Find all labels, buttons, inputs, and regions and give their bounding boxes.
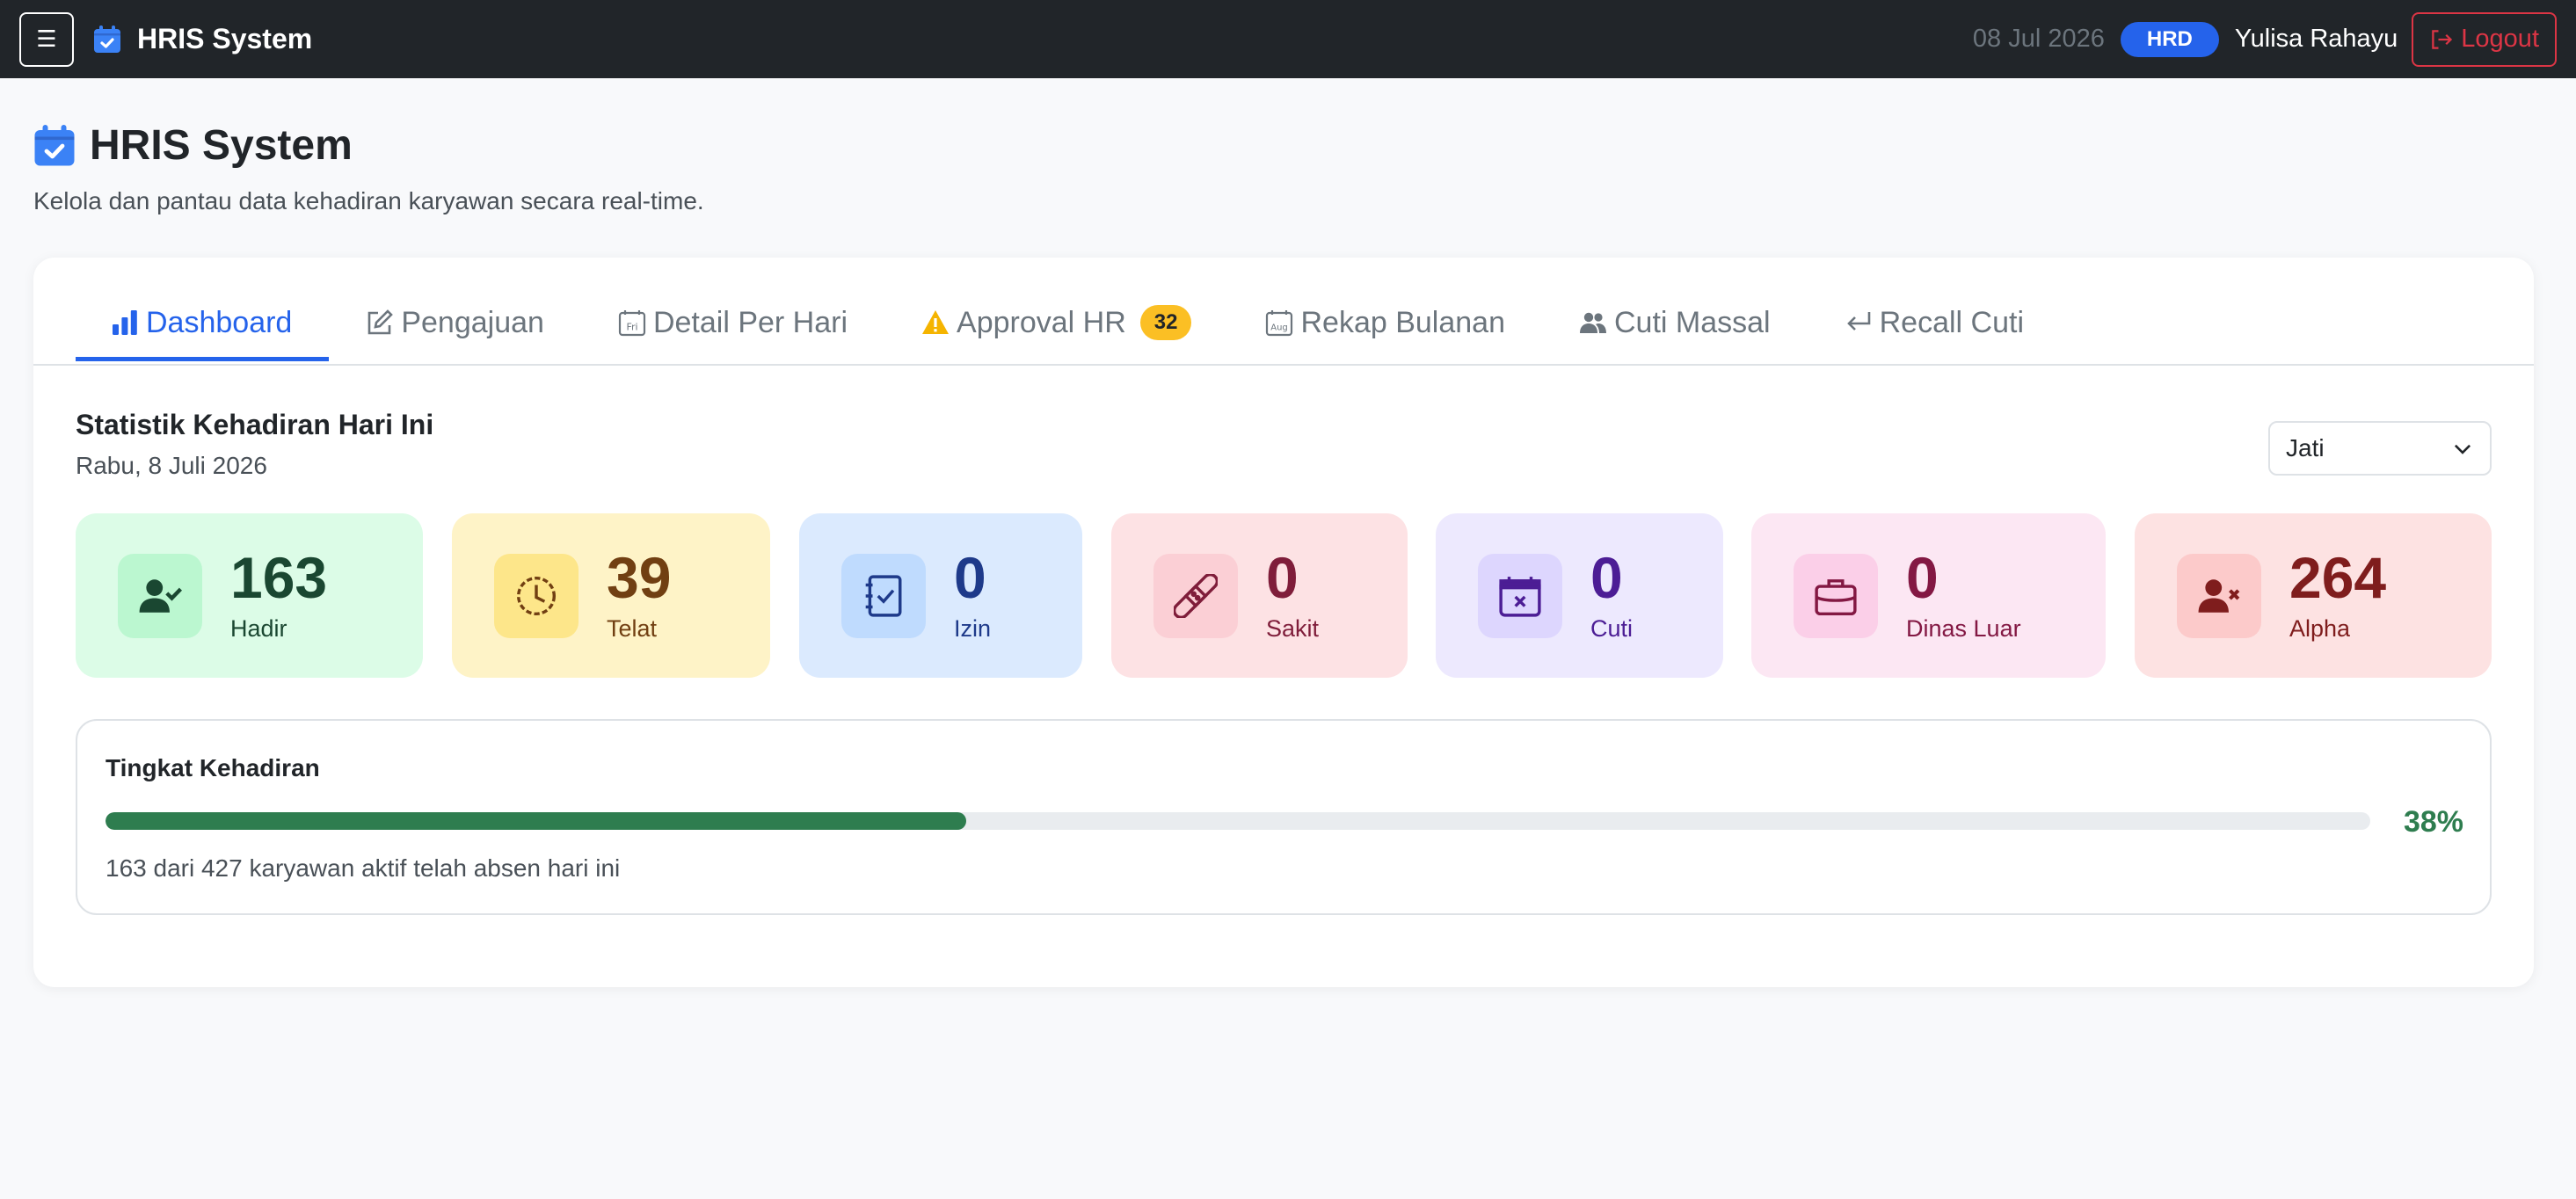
clock-icon (516, 576, 557, 615)
user-name: Yulisa Rahayu (2234, 25, 2398, 53)
tile-value: 0 (1266, 545, 1299, 610)
brand[interactable]: HRIS System (93, 23, 312, 55)
tab-recall-cuti[interactable]: Recall Cuti (1808, 284, 2061, 361)
tile-label: Telat (607, 615, 658, 642)
tab-cuti-massal[interactable]: Cuti Massal (1542, 284, 1808, 361)
tab-label: Approval HR (957, 305, 1126, 339)
stat-tile-dinas-luar[interactable]: 0 Dinas Luar (1751, 513, 2106, 678)
tile-icon-box (2177, 553, 2261, 638)
edit-icon (368, 309, 394, 335)
logout-button[interactable]: Logout (2412, 11, 2557, 67)
tab-pengajuan[interactable]: Pengajuan (329, 284, 581, 361)
location-select[interactable]: Jati (2268, 421, 2492, 476)
stat-tile-cuti[interactable]: 0 Cuti (1436, 513, 1723, 678)
tile-icon-box (494, 553, 579, 638)
approval-count-badge: 32 (1139, 305, 1192, 340)
tab-approval-hr[interactable]: Approval HR 32 (884, 284, 1228, 361)
tile-label: Alpha (2289, 615, 2351, 642)
tile-icon-box (841, 553, 926, 638)
current-date: 08 Jul 2026 (1972, 25, 2105, 53)
tab-detail-per-hari[interactable]: Fri Detail Per Hari (581, 284, 884, 361)
tile-value: 0 (954, 545, 986, 610)
attendance-title: Tingkat Kehadiran (106, 754, 320, 781)
tile-value: 0 (1590, 545, 1623, 610)
dashboard-card: Dashboard Pengajuan Fri Detail Per Hari (33, 258, 2534, 987)
tile-value: 264 (2289, 545, 2387, 610)
stat-tile-izin[interactable]: 0 Izin (799, 513, 1082, 678)
tile-icon-box (1478, 553, 1562, 638)
tile-label: Dinas Luar (1906, 615, 2021, 642)
attendance-rate-panel: Tingkat Kehadiran 38% 163 dari 427 karya… (76, 719, 2492, 915)
tile-label: Hadir (230, 615, 287, 642)
stats-date: Rabu, 8 Juli 2026 (76, 452, 267, 479)
tile-label: Sakit (1266, 615, 1320, 642)
calendar-check-icon (34, 124, 75, 165)
stat-tile-sakit[interactable]: 0 Sakit (1111, 513, 1408, 678)
role-badge: HRD (2120, 21, 2219, 57)
navbar-right: 08 Jul 2026 HRD Yulisa Rahayu Logout (1972, 11, 2557, 67)
attendance-progress-track (106, 812, 2370, 830)
user-x-icon (2198, 578, 2240, 613)
stats-title: Statistik Kehadiran Hari Ini (76, 409, 434, 440)
bandage-icon (1174, 573, 1218, 618)
stats-header: Statistik Kehadiran Hari Ini Rabu, 8 Jul… (76, 409, 433, 480)
tab-label: Pengajuan (401, 305, 544, 339)
return-arrow-icon (1846, 312, 1870, 331)
logout-icon (2432, 29, 2453, 49)
tab-label: Rekap Bulanan (1300, 305, 1505, 339)
brand-text: HRIS System (137, 23, 313, 54)
menu-toggle-button[interactable]: ☰ (19, 11, 74, 67)
stat-tile-alpha[interactable]: 264 Alpha (2135, 513, 2492, 678)
page-subtitle: Kelola dan pantau data kehadiran karyawa… (33, 187, 704, 214)
briefcase-icon (1815, 578, 1857, 615)
tile-value: 39 (607, 545, 672, 610)
tab-label: Dashboard (146, 305, 293, 339)
calendar-day-icon: Fri (618, 310, 646, 337)
tabs-divider (33, 364, 2534, 366)
tab-label: Detail Per Hari (652, 305, 848, 339)
tile-icon-box (1794, 553, 1878, 638)
journal-check-icon (865, 574, 902, 617)
nav-tabs: Dashboard Pengajuan Fri Detail Per Hari (76, 284, 2534, 361)
calendar-x-icon (1499, 576, 1541, 617)
attendance-note: 163 dari 427 karyawan aktif telah absen … (106, 854, 621, 882)
tab-label: Cuti Massal (1614, 305, 1771, 339)
top-navbar: ☰ HRIS System 08 Jul 2026 HRD Yulisa Rah… (0, 0, 2576, 78)
tab-dashboard[interactable]: Dashboard (76, 284, 330, 361)
tab-rekap-bulanan[interactable]: Aug Rekap Bulanan (1228, 284, 1542, 361)
tab-label: Recall Cuti (1879, 305, 2024, 339)
tile-label: Cuti (1590, 615, 1634, 642)
attendance-percent: 38% (2403, 805, 2463, 839)
chevron-down-icon (2454, 444, 2471, 454)
svg-text:Fri: Fri (626, 321, 637, 332)
svg-text:Aug: Aug (1271, 323, 1289, 332)
user-check-icon (139, 578, 182, 613)
calendar-month-icon: Aug (1266, 310, 1293, 337)
location-select-value: Jati (2286, 434, 2325, 461)
page-header: HRIS System Kelola dan pantau data kehad… (33, 121, 704, 215)
bar-chart-icon (113, 310, 137, 335)
page-title: HRIS System (90, 122, 353, 169)
tile-icon-box (118, 553, 202, 638)
tile-icon-box (1153, 553, 1238, 638)
hamburger-icon: ☰ (36, 25, 57, 52)
attendance-progress-fill (106, 812, 966, 830)
warning-icon (922, 310, 950, 334)
tile-label: Izin (954, 615, 992, 642)
calendar-check-icon (94, 25, 120, 53)
tile-value: 163 (230, 545, 328, 610)
tile-value: 0 (1906, 545, 1939, 610)
stat-tile-hadir[interactable]: 163 Hadir (76, 513, 423, 678)
stat-tile-telat[interactable]: 39 Telat (452, 513, 770, 678)
logout-label: Logout (2461, 25, 2539, 53)
people-icon (1580, 312, 1606, 333)
